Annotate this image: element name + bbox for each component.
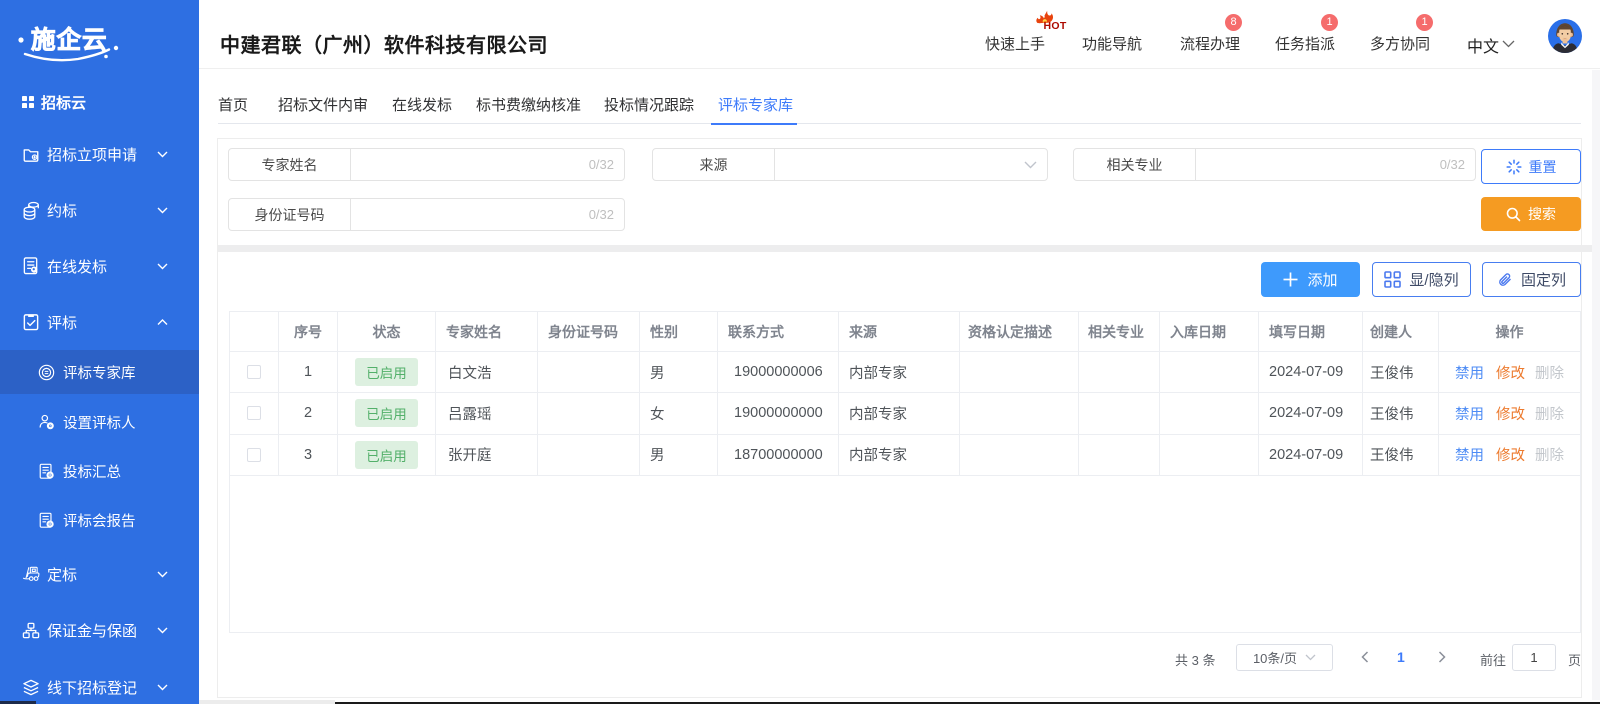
svg-text:施企云: 施企云	[31, 25, 108, 54]
svg-text:HOT: HOT	[1044, 20, 1067, 31]
